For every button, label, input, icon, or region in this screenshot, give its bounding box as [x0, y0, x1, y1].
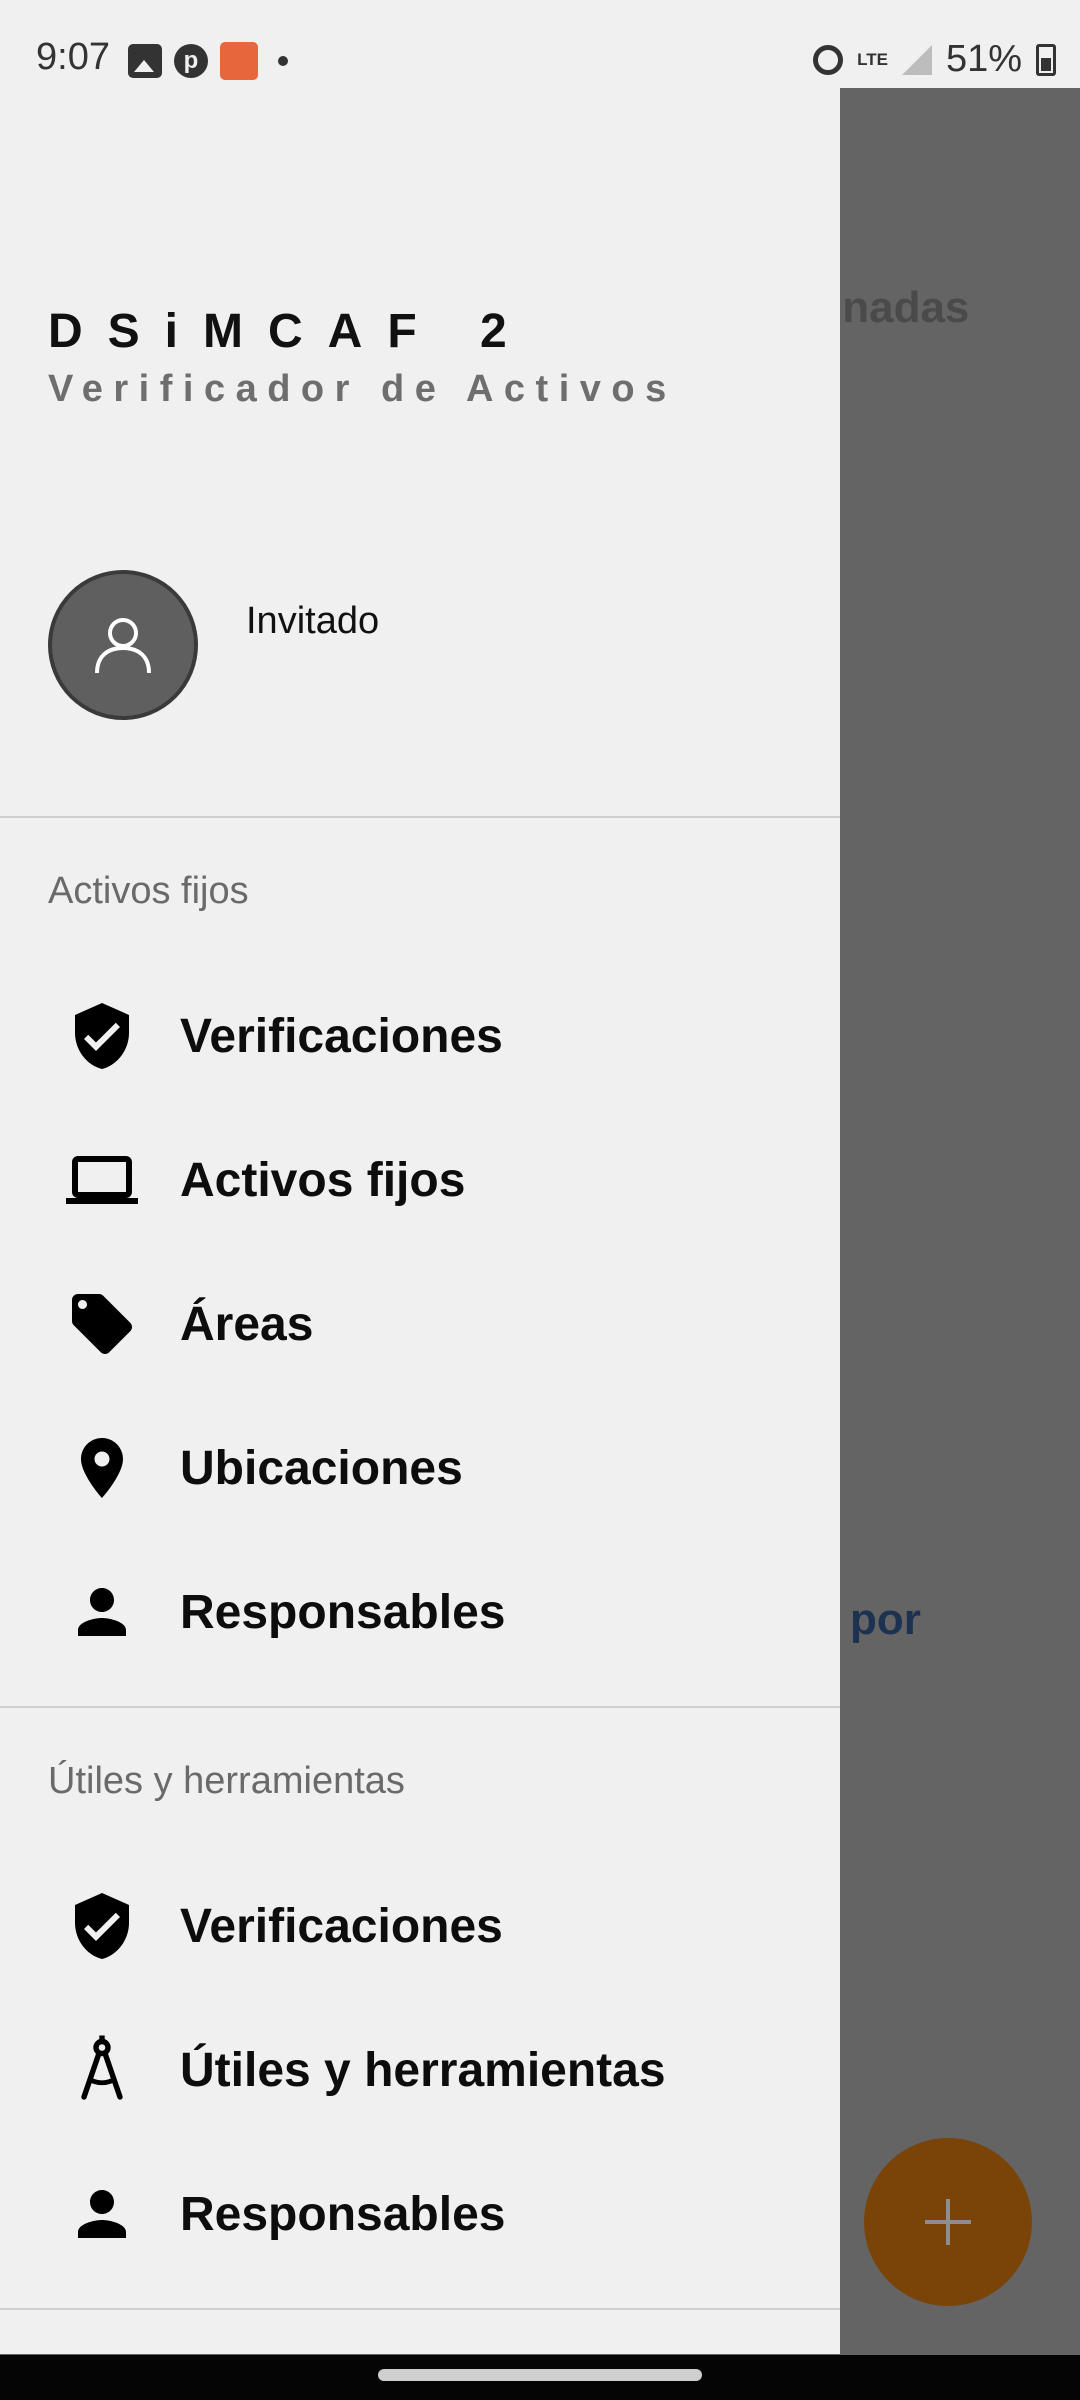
menu-item-utiles-herramientas[interactable]: Útiles y herramientas — [0, 2000, 840, 2140]
menu-item-verificaciones-activos[interactable]: Verificaciones — [0, 966, 840, 1106]
background-partial-link: por — [850, 1595, 921, 1644]
alarm-icon — [813, 44, 844, 75]
status-notification-icons: p — [128, 42, 288, 80]
status-time: 9:07 — [36, 36, 110, 78]
section-title-activos-fijos: Activos fijos — [48, 870, 249, 912]
status-bar: 9:07 p LTE 51% — [0, 0, 1080, 88]
signal-icon — [901, 44, 932, 75]
section-title-utiles-herramientas: Útiles y herramientas — [48, 1760, 405, 1802]
app-title: DSiMCAF 2 — [48, 305, 532, 358]
menu-item-label: Útiles y herramientas — [180, 2043, 666, 2097]
menu-item-label: Activos fijos — [180, 1153, 466, 1207]
menu-item-responsables-activos[interactable]: Responsables — [0, 1542, 840, 1682]
plus-icon — [925, 2199, 971, 2245]
menu-item-responsables-utiles[interactable]: Responsables — [0, 2144, 840, 2284]
navigation-drawer: DSiMCAF 2 Verificador de Activos Invitad… — [0, 88, 840, 2354]
verified-shield-icon — [64, 998, 140, 1074]
notification-dot — [278, 56, 288, 66]
user-avatar[interactable] — [48, 570, 198, 720]
person-icon — [64, 1574, 140, 1650]
battery-percentage: 51% — [945, 38, 1022, 80]
menu-item-label: Ubicaciones — [180, 1441, 463, 1495]
divider — [0, 816, 840, 818]
menu-item-label: Responsables — [180, 1585, 506, 1639]
menu-item-label: Verificaciones — [180, 1899, 503, 1953]
add-fab-button[interactable] — [864, 2138, 1032, 2306]
compass-icon — [64, 2032, 140, 2108]
verified-shield-icon — [64, 1888, 140, 1964]
home-gesture-handle[interactable] — [378, 2369, 702, 2381]
person-outline-icon — [95, 618, 151, 674]
app-notification-icon — [220, 42, 258, 80]
background-partial-text: inadas — [830, 283, 970, 332]
menu-item-activos-fijos[interactable]: Activos fijos — [0, 1110, 840, 1250]
divider — [0, 2308, 840, 2310]
menu-item-ubicaciones[interactable]: Ubicaciones — [0, 1398, 840, 1538]
system-navigation-bar — [0, 2355, 1080, 2400]
gallery-icon — [128, 44, 162, 78]
user-name[interactable]: Invitado — [246, 600, 379, 643]
person-icon — [64, 2176, 140, 2252]
menu-item-label: Áreas — [180, 1297, 314, 1351]
lte-icon: LTE — [857, 50, 888, 69]
menu-item-verificaciones-utiles[interactable]: Verificaciones — [0, 1856, 840, 1996]
tag-icon — [64, 1286, 140, 1362]
menu-item-label: Responsables — [180, 2187, 506, 2241]
laptop-icon — [64, 1142, 140, 1218]
pinterest-icon: p — [174, 44, 208, 78]
status-system-icons: LTE 51% — [813, 38, 1056, 81]
divider — [0, 1706, 840, 1708]
location-pin-icon — [64, 1430, 140, 1506]
app-subtitle: Verificador de Activos — [48, 368, 677, 410]
menu-item-label: Verificaciones — [180, 1009, 503, 1063]
menu-item-areas[interactable]: Áreas — [0, 1254, 840, 1394]
battery-icon — [1036, 43, 1056, 76]
